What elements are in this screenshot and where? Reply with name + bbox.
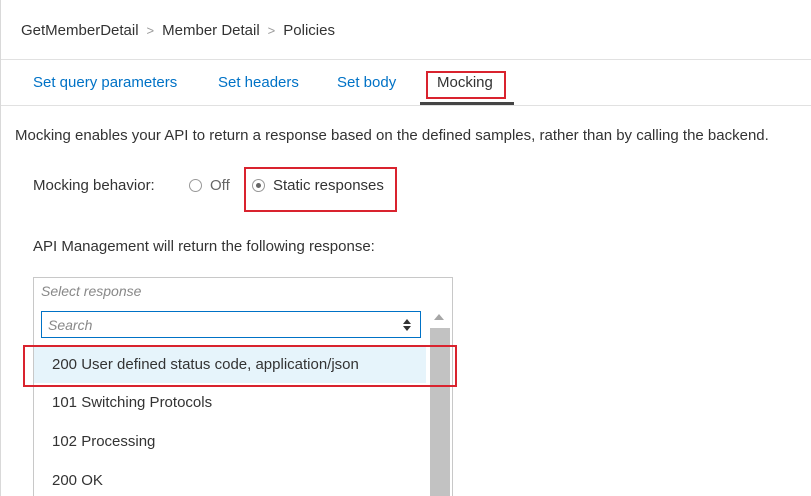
- response-select[interactable]: Select response: [33, 277, 453, 304]
- tab-set-body[interactable]: Set body: [337, 74, 396, 91]
- response-dropdown: 200 User defined status code, applicatio…: [33, 303, 453, 496]
- breadcrumb-item-member-detail[interactable]: Member Detail: [162, 22, 260, 39]
- mocking-tab-highlight-box: [426, 71, 506, 99]
- response-search-input[interactable]: [48, 315, 388, 335]
- left-border: [0, 0, 1, 496]
- tab-set-query-parameters[interactable]: Set query parameters: [33, 74, 177, 91]
- response-option-102[interactable]: 102 Processing: [34, 424, 426, 460]
- selected-option-highlight-box: [23, 345, 457, 387]
- radio-off-circle[interactable]: [189, 179, 202, 192]
- header-divider: [1, 59, 811, 60]
- tab-set-headers[interactable]: Set headers: [218, 74, 299, 91]
- breadcrumb-separator: >: [267, 23, 276, 38]
- mocking-description: Mocking enables your API to return a res…: [15, 127, 769, 144]
- static-responses-highlight-box: [244, 167, 397, 212]
- sort-arrows-icon[interactable]: [402, 318, 412, 332]
- response-select-placeholder: Select response: [41, 283, 142, 299]
- scroll-up-arrow-icon[interactable]: [432, 311, 446, 323]
- tabs-divider: [1, 105, 811, 106]
- response-option-200-ok[interactable]: 200 OK: [34, 463, 426, 496]
- response-search-field[interactable]: [41, 311, 421, 338]
- breadcrumb: GetMemberDetail > Member Detail > Policies: [21, 22, 335, 39]
- breadcrumb-item-operation[interactable]: GetMemberDetail: [21, 22, 139, 39]
- radio-off-label: Off: [210, 177, 230, 194]
- response-option-101[interactable]: 101 Switching Protocols: [34, 385, 426, 421]
- breadcrumb-separator: >: [146, 23, 155, 38]
- response-prompt: API Management will return the following…: [33, 238, 375, 255]
- radio-off[interactable]: Off: [189, 177, 230, 194]
- breadcrumb-item-policies[interactable]: Policies: [283, 22, 335, 39]
- mocking-behavior-label: Mocking behavior:: [33, 177, 155, 194]
